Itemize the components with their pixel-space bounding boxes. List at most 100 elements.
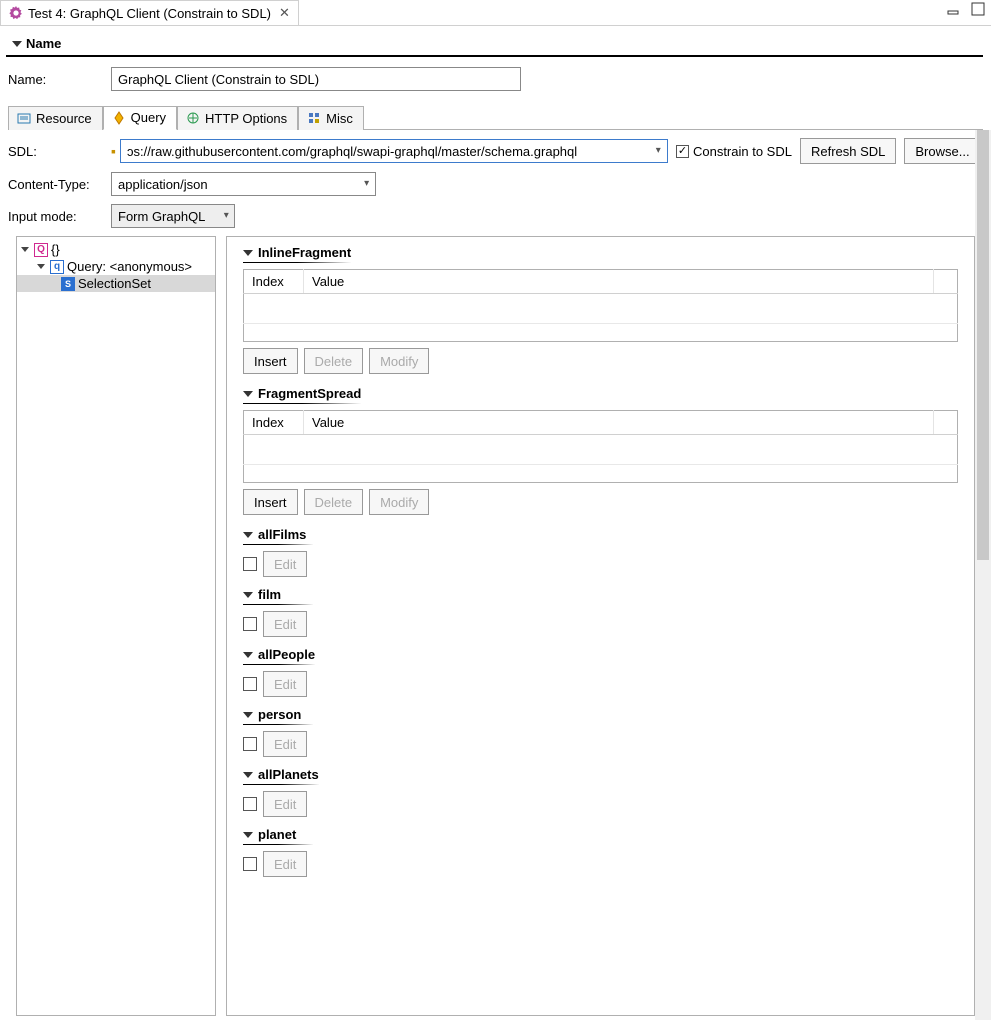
section-inline-fragment[interactable]: InlineFragment (243, 245, 351, 263)
tab-label: Misc (326, 111, 353, 126)
tree-query[interactable]: q Query: <anonymous> (17, 258, 215, 275)
selectionset-icon: S (61, 277, 75, 291)
caret-down-icon (243, 772, 253, 778)
caret-down-icon (243, 592, 253, 598)
resource-icon (17, 111, 31, 125)
section-label: allFilms (258, 527, 306, 542)
constrain-to-sdl-checkbox[interactable]: ✓ Constrain to SDL (676, 144, 792, 159)
field-checkbox[interactable] (243, 617, 257, 631)
modify-button[interactable]: Modify (369, 489, 429, 515)
section-label: InlineFragment (258, 245, 351, 260)
fragment-spread-table[interactable]: Index Value (243, 410, 958, 483)
minimize-icon[interactable] (947, 2, 961, 19)
content-type-combo[interactable]: ▾ (111, 172, 376, 196)
delete-button[interactable]: Delete (304, 489, 364, 515)
field-checkbox[interactable] (243, 797, 257, 811)
col-value[interactable]: Value (304, 270, 934, 294)
tree-selectionset[interactable]: S SelectionSet (17, 275, 215, 292)
section-label: film (258, 587, 281, 602)
section-label: allPlanets (258, 767, 319, 782)
gear-icon (9, 6, 23, 20)
edit-button[interactable]: Edit (263, 851, 307, 877)
expand-icon[interactable] (37, 264, 45, 269)
scrollbar[interactable] (975, 130, 991, 1020)
section-planet[interactable]: planet (243, 827, 313, 845)
name-label: Name: (8, 72, 103, 87)
section-label: person (258, 707, 301, 722)
window-controls (947, 2, 985, 19)
input-mode-value[interactable] (112, 205, 219, 227)
sdl-label: SDL: (8, 144, 103, 159)
section-name-header[interactable]: Name (6, 32, 983, 57)
col-index[interactable]: Index (244, 411, 304, 435)
tab-resource[interactable]: Resource (8, 106, 103, 130)
inline-fragment-table[interactable]: Index Value (243, 269, 958, 342)
caret-down-icon (243, 832, 253, 838)
field-checkbox[interactable] (243, 737, 257, 751)
tab-label: Query (131, 110, 166, 125)
checkbox-checked-icon: ✓ (676, 145, 689, 158)
modify-button[interactable]: Modify (369, 348, 429, 374)
field-checkbox[interactable] (243, 557, 257, 571)
input-mode-combo[interactable]: ▾ (111, 204, 235, 228)
sdl-input[interactable] (121, 140, 650, 162)
misc-icon (307, 111, 321, 125)
tree-label: {} (51, 242, 60, 257)
tab-misc[interactable]: Misc (298, 106, 364, 130)
editor-tabbar: Test 4: GraphQL Client (Constrain to SDL… (0, 0, 991, 26)
query-icon (112, 111, 126, 125)
name-input[interactable] (111, 67, 521, 91)
refresh-sdl-button[interactable]: Refresh SDL (800, 138, 896, 164)
edit-button[interactable]: Edit (263, 551, 307, 577)
section-allPlanets[interactable]: allPlanets (243, 767, 319, 785)
col-value[interactable]: Value (304, 411, 934, 435)
tab-label: HTTP Options (205, 111, 287, 126)
col-spacer (934, 411, 958, 435)
col-index[interactable]: Index (244, 270, 304, 294)
caret-down-icon (243, 652, 253, 658)
close-icon[interactable]: ✕ (279, 5, 290, 21)
tree-root[interactable]: Q {} (17, 241, 215, 258)
section-film[interactable]: film (243, 587, 313, 605)
tab-http-options[interactable]: HTTP Options (177, 106, 298, 130)
tab-title: Test 4: GraphQL Client (Constrain to SDL… (28, 6, 271, 21)
browse-button[interactable]: Browse... (904, 138, 980, 164)
section-person[interactable]: person (243, 707, 313, 725)
section-allPeople[interactable]: allPeople (243, 647, 315, 665)
section-fragment-spread[interactable]: FragmentSpread (243, 386, 361, 404)
input-mode-label: Input mode: (8, 209, 103, 224)
chevron-down-icon[interactable]: ▾ (358, 173, 375, 195)
field-checkbox[interactable] (243, 857, 257, 871)
content-type-label: Content-Type: (8, 177, 103, 192)
edit-button[interactable]: Edit (263, 611, 307, 637)
maximize-icon[interactable] (971, 2, 985, 19)
sdl-combo[interactable]: ▾ (120, 139, 668, 163)
query-root-icon: Q (34, 243, 48, 257)
edit-button[interactable]: Edit (263, 731, 307, 757)
insert-button[interactable]: Insert (243, 489, 298, 515)
chevron-down-icon[interactable]: ▾ (219, 205, 234, 227)
caret-down-icon (243, 712, 253, 718)
insert-button[interactable]: Insert (243, 348, 298, 374)
tab-query[interactable]: Query (103, 106, 177, 130)
chevron-down-icon[interactable]: ▾ (650, 140, 667, 162)
query-tree[interactable]: Q {} q Query: <anonymous> S SelectionSet (16, 236, 216, 1016)
expand-icon[interactable] (21, 247, 29, 252)
edit-button[interactable]: Edit (263, 671, 307, 697)
detail-panel: InlineFragment Index Value Insert Delete… (226, 236, 975, 1016)
field-checkbox[interactable] (243, 677, 257, 691)
edit-button[interactable]: Edit (263, 791, 307, 817)
editor-tab-active[interactable]: Test 4: GraphQL Client (Constrain to SDL… (0, 0, 299, 25)
scroll-thumb[interactable] (977, 130, 989, 560)
http-icon (186, 111, 200, 125)
caret-down-icon (243, 532, 253, 538)
section-allFilms[interactable]: allFilms (243, 527, 313, 545)
caret-down-icon (243, 250, 253, 256)
col-spacer (934, 270, 958, 294)
config-tabs: Resource Query HTTP Options Misc (8, 105, 983, 130)
delete-button[interactable]: Delete (304, 348, 364, 374)
section-label: planet (258, 827, 296, 842)
section-title: Name (26, 36, 61, 51)
content-type-input[interactable] (112, 173, 358, 195)
caret-down-icon (12, 41, 22, 47)
